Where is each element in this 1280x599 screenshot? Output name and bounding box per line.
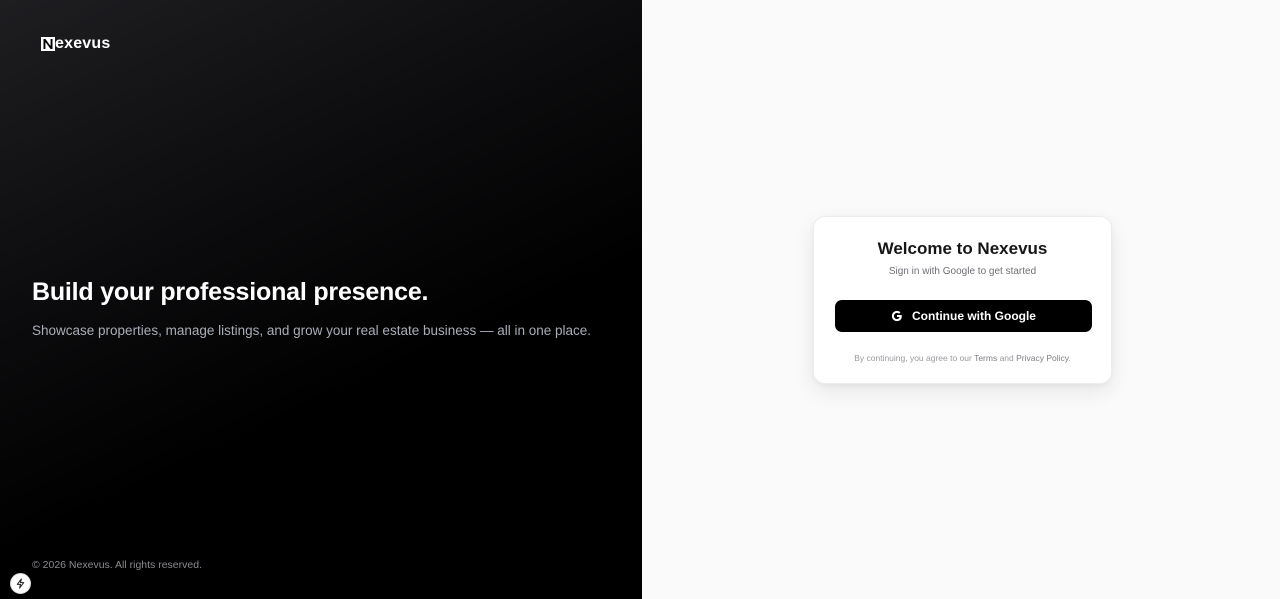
legal-and: and: [997, 353, 1017, 363]
brand-logo[interactable]: exevus: [41, 36, 110, 52]
google-button-label: Continue with Google: [912, 309, 1036, 323]
hero: Build your professional presence. Showca…: [32, 276, 632, 340]
brand-name: exevus: [55, 35, 111, 52]
hero-subtitle: Showcase properties, manage listings, an…: [32, 323, 592, 338]
continue-with-google-button[interactable]: Continue with Google: [835, 300, 1092, 332]
privacy-policy-link[interactable]: Privacy Policy: [1016, 353, 1068, 363]
signin-card: Welcome to Nexevus Sign in with Google t…: [813, 216, 1112, 384]
terms-link[interactable]: Terms: [974, 353, 997, 363]
legal-notice: By continuing, you agree to our Terms an…: [814, 353, 1111, 363]
legal-suffix: .: [1068, 353, 1071, 363]
nexevus-logo-icon: [41, 37, 55, 51]
hero-title: Build your professional presence.: [32, 278, 429, 306]
signin-title: Welcome to Nexevus: [877, 239, 1048, 258]
lightning-icon: [16, 578, 25, 589]
dev-tools-button[interactable]: [10, 573, 31, 594]
brand-panel: exevus Build your professional presence.…: [0, 0, 642, 599]
google-icon: [891, 310, 902, 322]
legal-prefix: By continuing, you agree to our: [854, 353, 975, 363]
signin-subtitle: Sign in with Google to get started: [888, 266, 1037, 277]
copyright-text: © 2026 Nexevus. All rights reserved.: [32, 559, 202, 571]
